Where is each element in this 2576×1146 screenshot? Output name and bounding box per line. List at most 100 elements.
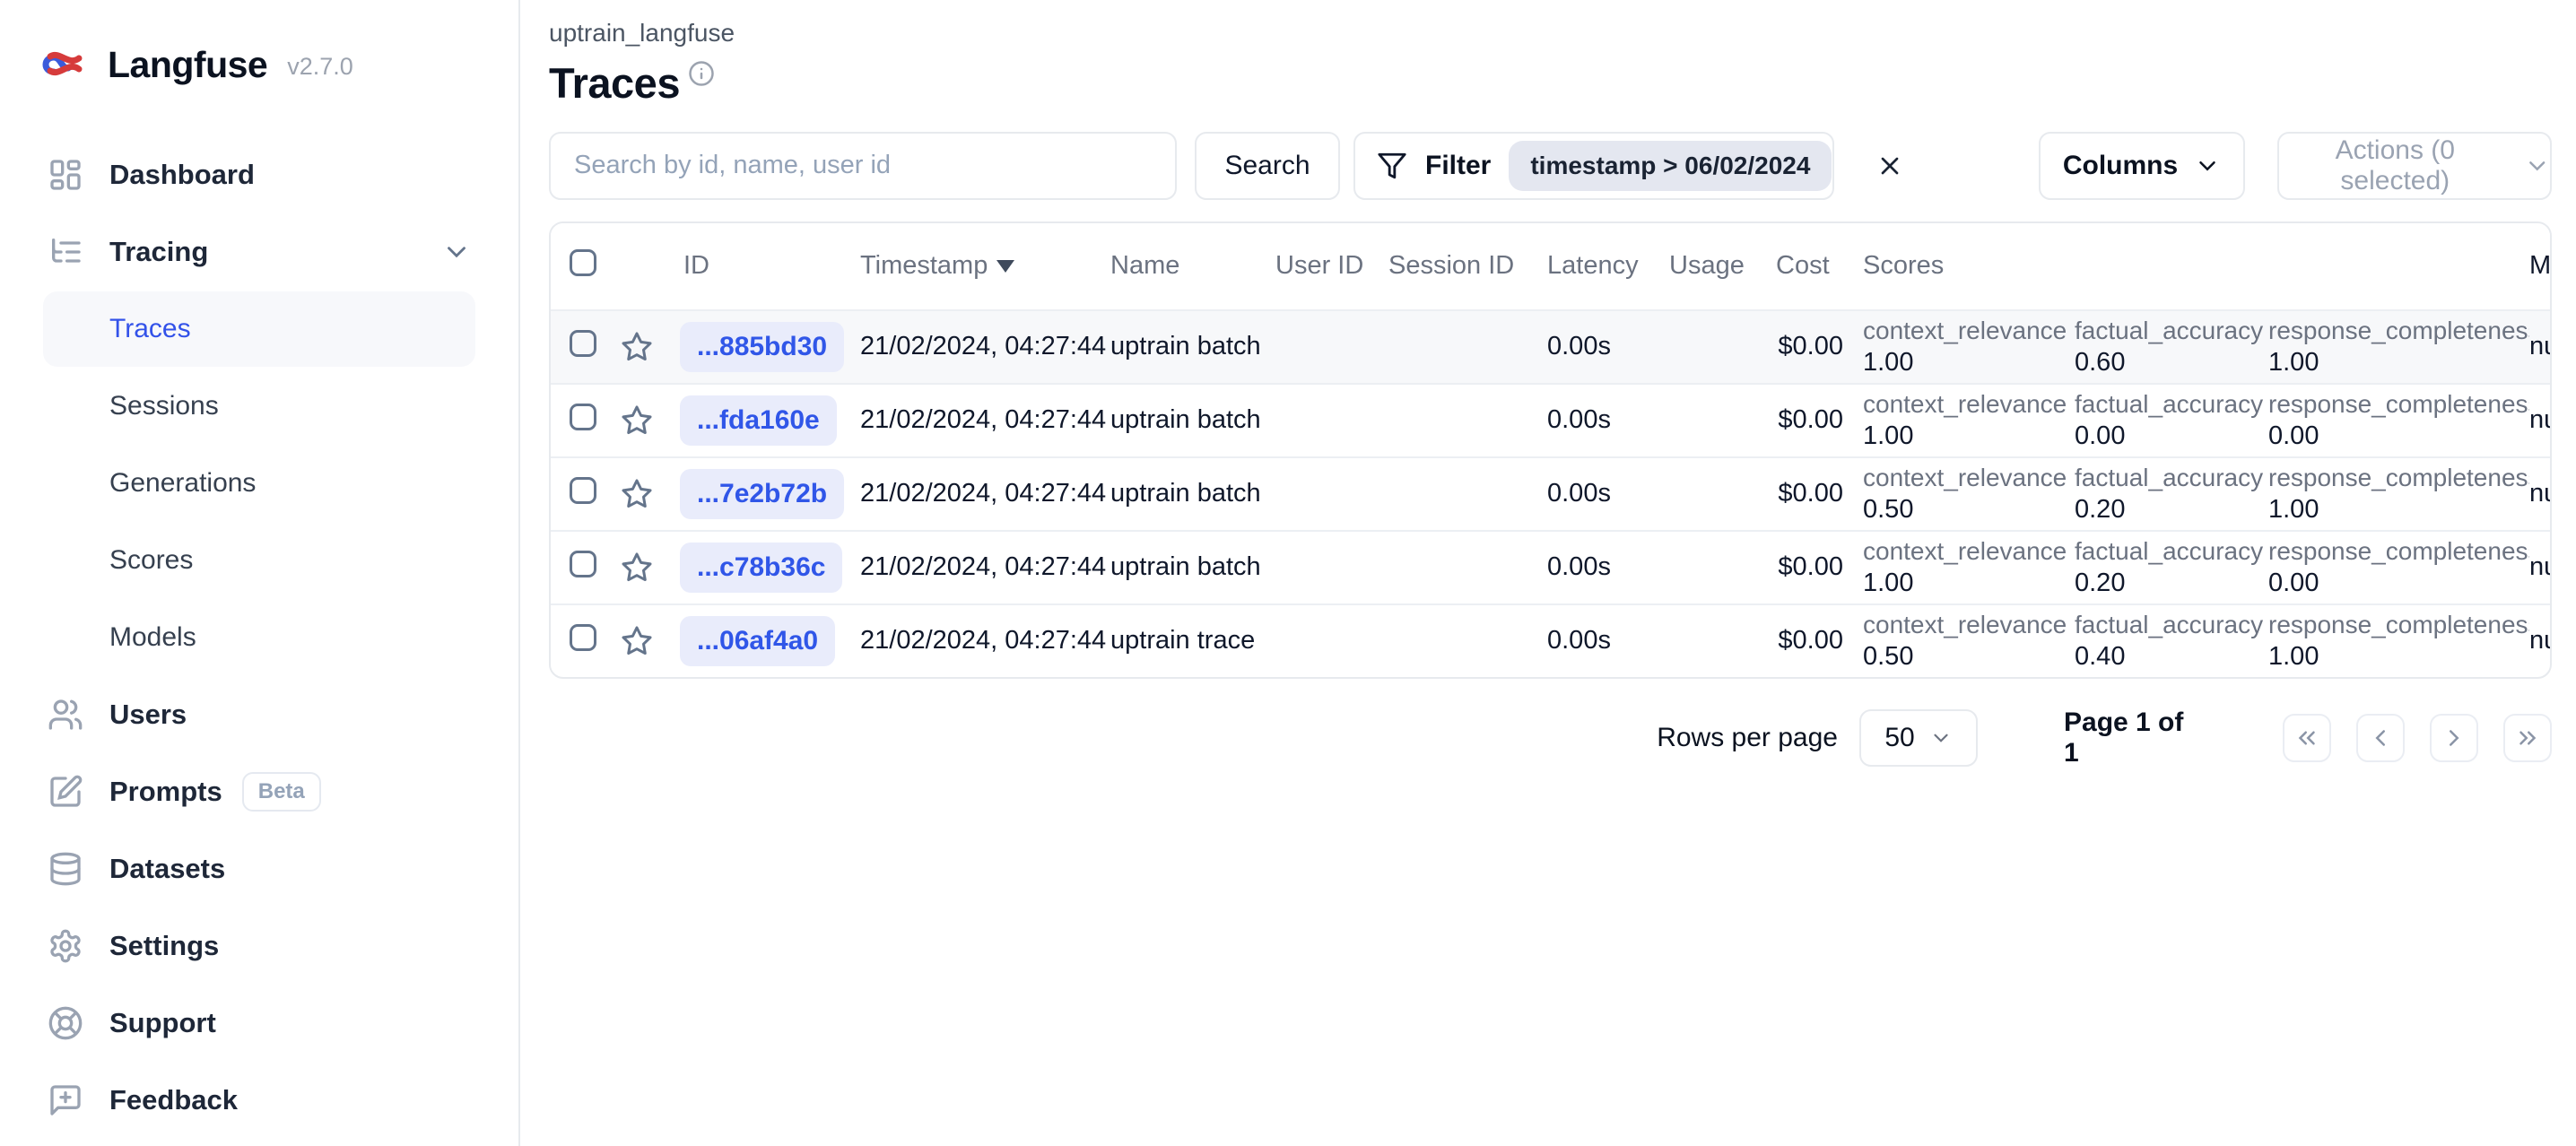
cost-cell: $0.00	[1778, 626, 1843, 655]
rows-per-page-select[interactable]: 50	[1859, 708, 1978, 767]
score-value: 1.00	[1863, 347, 1914, 377]
cost-cell: $0.00	[1778, 332, 1843, 361]
row-checkbox[interactable]	[570, 476, 596, 504]
toolbar: Search Filter timestamp > 06/02/2024 Col…	[549, 131, 2552, 200]
breadcrumb[interactable]: uptrain_langfuse	[549, 19, 2552, 48]
first-page-button[interactable]	[2283, 713, 2331, 762]
score-value: 1.00	[1863, 421, 1914, 450]
next-page-button[interactable]	[2430, 713, 2478, 762]
trace-id-link[interactable]: ...06af4a0	[680, 615, 836, 666]
sidebar-item-label: Scores	[109, 545, 194, 575]
sidebar-item-sessions[interactable]: Sessions	[0, 368, 518, 445]
col-header-scores[interactable]: Scores	[1854, 251, 2529, 281]
sidebar-item-settings[interactable]: Settings	[0, 907, 518, 985]
score-label: response_completeness	[2268, 610, 2529, 638]
sidebar-item-support[interactable]: Support	[0, 985, 518, 1062]
star-icon[interactable]	[621, 551, 666, 584]
score-value: 0.00	[2075, 421, 2126, 450]
trace-id-link[interactable]: ...c78b36c	[680, 542, 843, 593]
beta-badge: Beta	[241, 772, 321, 812]
columns-button[interactable]: Columns	[2039, 131, 2245, 200]
message-plus-icon	[45, 1082, 86, 1118]
chevron-down-icon[interactable]	[441, 237, 472, 267]
actions-label: Actions (0 selected)	[2335, 135, 2455, 195]
score-label: context_relevance	[1863, 536, 2067, 565]
app-title: Langfuse	[108, 43, 268, 85]
gear-icon	[45, 928, 86, 964]
previous-page-button[interactable]	[2356, 713, 2405, 762]
latency-cell: 0.00s	[1547, 626, 1611, 655]
sidebar-item-users[interactable]: Users	[0, 676, 518, 753]
score-label: factual_accuracy	[2075, 389, 2264, 418]
col-header-name[interactable]: Name	[1110, 251, 1275, 281]
score-value: 1.00	[2268, 641, 2319, 671]
star-icon[interactable]	[621, 404, 666, 437]
select-all-checkbox[interactable]	[570, 248, 596, 276]
logo[interactable]: Langfuse v2.7.0	[0, 36, 518, 93]
score-label: context_relevance	[1863, 389, 2067, 418]
filter-button[interactable]: Filter timestamp > 06/02/2024	[1353, 131, 1834, 200]
scores-cell: context_relevance 0.50 factual_accuracy 0.…	[1854, 610, 2529, 673]
scores-cell: context_relevance 1.00 factual_accuracy 0.…	[1854, 316, 2529, 378]
sidebar-item-prompts[interactable]: Prompts Beta	[0, 753, 518, 830]
name-cell: uptrain trace	[1110, 626, 1256, 655]
row-checkbox[interactable]	[570, 403, 596, 430]
score-label: factual_accuracy	[2075, 610, 2264, 638]
search-button[interactable]: Search	[1195, 131, 1340, 200]
sidebar-item-feedback[interactable]: Feedback	[0, 1062, 518, 1139]
sidebar-item-tracing[interactable]: Tracing	[0, 213, 518, 291]
scores-cell: context_relevance 1.00 factual_accuracy 0.…	[1854, 536, 2529, 599]
langfuse-knot-icon	[41, 45, 88, 84]
trace-id-link[interactable]: ...885bd30	[680, 321, 845, 372]
dashboard-grid-icon	[45, 157, 86, 193]
sidebar-item-dashboard[interactable]: Dashboard	[0, 136, 518, 213]
sidebar-item-label: Users	[109, 699, 187, 730]
col-header-timestamp[interactable]: Timestamp	[860, 251, 1110, 281]
clear-filter-x-icon[interactable]	[1875, 152, 1904, 180]
filter-chip[interactable]: timestamp > 06/02/2024	[1509, 140, 1832, 191]
trace-id-link[interactable]: ...fda160e	[680, 395, 837, 446]
app-root: Langfuse v2.7.0 Dashboard Tracing Traces…	[0, 0, 2576, 1146]
timestamp-cell: 21/02/2024, 04:27:44	[860, 405, 1107, 435]
col-header-user-id[interactable]: User ID	[1275, 251, 1388, 281]
sidebar-item-traces[interactable]: Traces	[0, 291, 518, 368]
col-header-id[interactable]: ID	[666, 251, 860, 281]
rows-per-page-label: Rows per page	[1657, 722, 1838, 752]
sidebar-item-label: Models	[109, 622, 196, 652]
row-checkbox[interactable]	[570, 329, 596, 357]
latency-cell: 0.00s	[1547, 552, 1611, 582]
col-header-session-id[interactable]: Session ID	[1388, 251, 1547, 281]
metadata-cell: null	[2529, 332, 2550, 361]
score-label: response_completeness	[2268, 316, 2529, 344]
sidebar-item-datasets[interactable]: Datasets	[0, 830, 518, 907]
sidebar-item-label: Settings	[109, 930, 220, 961]
score-value: 0.50	[1863, 494, 1914, 524]
row-checkbox[interactable]	[570, 623, 596, 651]
score-value: 0.40	[2075, 641, 2126, 671]
score-label: context_relevance	[1863, 316, 2067, 344]
col-header-usage[interactable]: Usage	[1669, 251, 1776, 281]
last-page-button[interactable]	[2503, 713, 2552, 762]
sidebar-item-models[interactable]: Models	[0, 599, 518, 676]
row-checkbox[interactable]	[570, 550, 596, 577]
actions-button[interactable]: Actions (0 selected)	[2277, 131, 2552, 200]
search-input[interactable]	[549, 131, 1177, 200]
score-value: 1.00	[1863, 568, 1914, 597]
traces-table: ID Timestamp Name User ID Session ID Lat…	[549, 221, 2552, 679]
sidebar-item-label: Sessions	[109, 391, 219, 421]
col-header-cost[interactable]: Cost	[1776, 251, 1854, 281]
star-icon[interactable]	[621, 625, 666, 657]
star-icon[interactable]	[621, 478, 666, 510]
col-header-latency[interactable]: Latency	[1547, 251, 1669, 281]
score-value: 0.60	[2075, 347, 2126, 377]
star-icon[interactable]	[621, 331, 666, 363]
cost-cell: $0.00	[1778, 405, 1843, 435]
app-version: v2.7.0	[287, 52, 353, 80]
col-header-metadata[interactable]: Metadata	[2529, 251, 2550, 281]
sidebar-item-generations[interactable]: Generations	[0, 445, 518, 522]
latency-cell: 0.00s	[1547, 405, 1611, 435]
info-icon[interactable]	[688, 60, 715, 87]
name-cell: uptrain batch	[1110, 479, 1261, 508]
trace-id-link[interactable]: ...7e2b72b	[680, 468, 845, 519]
sidebar-item-scores[interactable]: Scores	[0, 522, 518, 599]
